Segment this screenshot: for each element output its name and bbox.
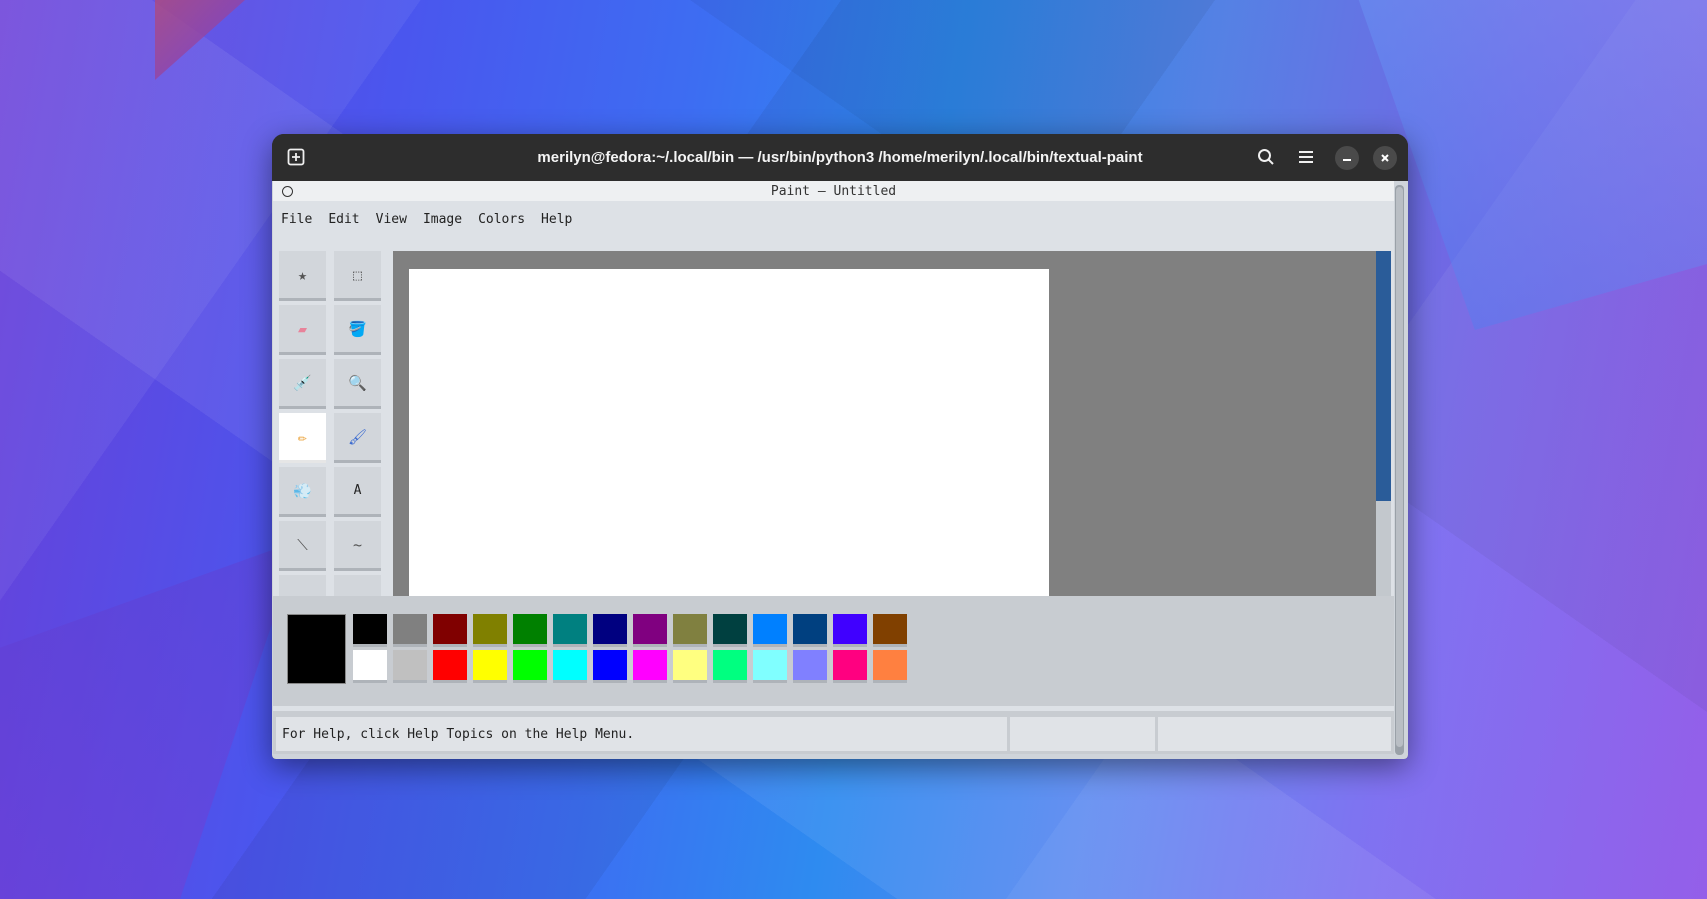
color-swatch[interactable]	[633, 614, 667, 647]
tool-line[interactable]: ⟍	[279, 521, 326, 571]
search-button[interactable]	[1252, 143, 1280, 171]
workspace: ★ ⬚ ▰ 🪣 💉 🔍 ✏ 🖌 💨 A ⟍ ~	[273, 251, 1394, 596]
menu-button[interactable]	[1292, 143, 1320, 171]
hamburger-icon	[1299, 151, 1313, 163]
terminal-window: merilyn@fedora:~/.local/bin — /usr/bin/p…	[272, 134, 1408, 759]
current-color-indicator[interactable]	[287, 614, 346, 684]
color-swatch[interactable]	[873, 614, 907, 647]
star-icon: ★	[297, 265, 308, 284]
menu-image[interactable]: Image	[423, 212, 462, 227]
canvas-vertical-scrollbar[interactable]	[1376, 251, 1391, 596]
paint-app: Paint — Untitled File Edit View Image Co…	[273, 181, 1394, 754]
color-palette	[273, 596, 1394, 706]
dotted-rect-icon: ⬚	[352, 265, 363, 284]
color-swatch[interactable]	[793, 614, 827, 647]
tool-rect-select[interactable]: ⬚	[334, 251, 381, 301]
color-swatch[interactable]	[433, 614, 467, 647]
toolbox: ★ ⬚ ▰ 🪣 💉 🔍 ✏ 🖌 💨 A ⟍ ~	[279, 251, 389, 596]
bucket-icon: 🪣	[348, 319, 367, 338]
color-swatch[interactable]	[713, 650, 747, 683]
color-swatch[interactable]	[873, 650, 907, 683]
color-swatch[interactable]	[353, 614, 387, 647]
color-swatch[interactable]	[473, 614, 507, 647]
color-swatch[interactable]	[553, 614, 587, 647]
curve-icon: ~	[352, 535, 363, 554]
menu-edit[interactable]: Edit	[328, 212, 359, 227]
close-icon	[1381, 154, 1389, 162]
text-icon: A	[353, 483, 362, 498]
wallpaper-accent	[155, 0, 245, 80]
status-help-text: For Help, click Help Topics on the Help …	[276, 717, 1007, 751]
window-title: merilyn@fedora:~/.local/bin — /usr/bin/p…	[537, 149, 1143, 166]
app-titlebar: Paint — Untitled	[273, 181, 1394, 201]
color-swatch[interactable]	[433, 650, 467, 683]
app-title: Paint — Untitled	[770, 183, 897, 199]
tool-curve[interactable]: ~	[334, 521, 381, 571]
wallpaper-accent	[0, 540, 300, 899]
minimize-button[interactable]	[1335, 146, 1359, 170]
tool-eraser[interactable]: ▰	[279, 305, 326, 355]
color-swatch[interactable]	[513, 650, 547, 683]
tool-fill-bucket[interactable]: 🪣	[334, 305, 381, 355]
airbrush-icon: 💨	[293, 481, 312, 500]
tool-free-form-select[interactable]: ★	[279, 251, 326, 301]
syringe-icon: 💉	[293, 373, 312, 392]
color-swatch[interactable]	[633, 650, 667, 683]
menu-help[interactable]: Help	[541, 212, 572, 227]
tool-text[interactable]: A	[334, 467, 381, 517]
brush-icon: 🖌	[347, 427, 368, 446]
color-swatch[interactable]	[473, 650, 507, 683]
color-swatch[interactable]	[833, 614, 867, 647]
menu-colors[interactable]: Colors	[478, 212, 525, 227]
menu-file[interactable]: File	[281, 212, 312, 227]
magnifier-icon: 🔍	[348, 373, 367, 392]
status-size	[1158, 717, 1391, 751]
color-swatch[interactable]	[593, 614, 627, 647]
status-coordinates	[1010, 717, 1155, 751]
color-swatch[interactable]	[753, 614, 787, 647]
window-titlebar: merilyn@fedora:~/.local/bin — /usr/bin/p…	[272, 134, 1408, 181]
color-swatch[interactable]	[673, 614, 707, 647]
app-menu-circle-icon[interactable]	[282, 186, 293, 197]
drawing-canvas[interactable]	[409, 269, 1049, 596]
color-swatch[interactable]	[393, 614, 427, 647]
tool-pencil[interactable]: ✏	[279, 413, 326, 463]
color-swatch[interactable]	[553, 650, 587, 683]
menubar: File Edit View Image Colors Help	[273, 201, 1394, 238]
color-swatch[interactable]	[833, 650, 867, 683]
color-swatch[interactable]	[713, 614, 747, 647]
color-swatch[interactable]	[793, 650, 827, 683]
tool-airbrush[interactable]: 💨	[279, 467, 326, 517]
color-swatch[interactable]	[593, 650, 627, 683]
close-button[interactable]	[1373, 146, 1397, 170]
pencil-icon: ✏	[297, 427, 308, 446]
canvas-area	[393, 251, 1376, 596]
search-icon	[1258, 149, 1274, 165]
terminal-scrollbar-thumb[interactable]	[1396, 187, 1403, 747]
tool-partial[interactable]	[279, 575, 326, 596]
color-swatch[interactable]	[353, 650, 387, 683]
canvas-scroll-thumb[interactable]	[1376, 251, 1391, 501]
color-swatch[interactable]	[513, 614, 547, 647]
statusbar: For Help, click Help Topics on the Help …	[273, 711, 1394, 754]
line-icon: ⟍	[297, 535, 308, 554]
tool-partial[interactable]	[334, 575, 381, 596]
tool-brush[interactable]: 🖌	[334, 413, 381, 463]
eraser-icon: ▰	[297, 319, 308, 338]
menu-view[interactable]: View	[376, 212, 407, 227]
color-swatch[interactable]	[753, 650, 787, 683]
tool-pick-color[interactable]: 💉	[279, 359, 326, 409]
color-swatch[interactable]	[673, 650, 707, 683]
tool-magnifier[interactable]: 🔍	[334, 359, 381, 409]
minimize-icon	[1343, 159, 1351, 161]
terminal-content: Paint — Untitled File Edit View Image Co…	[272, 181, 1408, 759]
color-swatch[interactable]	[393, 650, 427, 683]
